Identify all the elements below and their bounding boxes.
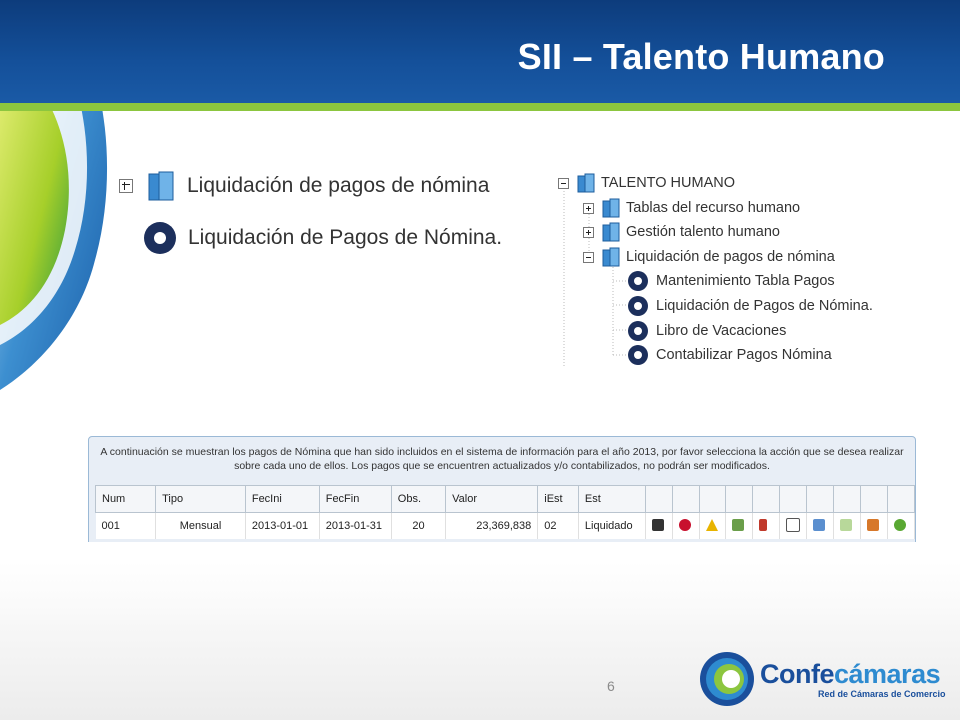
action-column-header — [833, 485, 862, 513]
gear-icon — [144, 222, 176, 254]
payments-panel: A continuación se muestran los pagos de … — [80, 428, 922, 542]
cell-tipo: Mensual — [155, 512, 246, 539]
action-column-header — [725, 485, 754, 513]
print-icon[interactable] — [645, 512, 673, 539]
tree-node-gestion[interactable]: Gestión talento humano — [583, 221, 780, 243]
tree-action-label: Mantenimiento Tabla Pagos — [656, 273, 835, 289]
cell-num: 001 — [95, 512, 157, 539]
cell-iest: 02 — [537, 512, 579, 539]
collapse-minus-icon[interactable] — [583, 251, 594, 263]
cell-fecini: 2013-01-01 — [245, 512, 320, 539]
tree-action-label: Liquidación de Pagos de Nómina. — [656, 298, 873, 314]
gear-icon — [628, 296, 648, 316]
action-column-header — [671, 485, 700, 513]
tree-node-liquidacion[interactable]: Liquidación de pagos de nómina — [583, 246, 835, 268]
users-icon[interactable] — [725, 512, 754, 539]
column-header[interactable]: Est — [577, 485, 646, 513]
action-column-header — [806, 485, 835, 513]
column-header[interactable]: Tipo — [155, 485, 246, 513]
tree-root[interactable]: TALENTO HUMANO — [558, 172, 735, 194]
column-header[interactable]: FecFin — [318, 485, 392, 513]
cell-fecfin: 2013-01-31 — [319, 512, 392, 539]
list-icon[interactable] — [779, 512, 808, 539]
delete-icon[interactable] — [672, 512, 700, 539]
column-header[interactable]: FecIni — [244, 485, 320, 513]
menu-folder-label: Liquidación de pagos de nómina — [187, 174, 490, 197]
action-column-header — [698, 485, 727, 513]
menu-folder-liquidacion[interactable]: Liquidación de pagos de nómina — [119, 168, 489, 204]
menu-action-label: Liquidación de Pagos de Nómina. — [188, 226, 503, 249]
collapse-minus-icon[interactable] — [558, 177, 569, 189]
menu-action-liquidacion[interactable]: Liquidación de Pagos de Nómina. — [144, 220, 502, 256]
column-header[interactable]: Obs. — [390, 485, 447, 513]
confecamaras-logo-icon — [700, 652, 754, 706]
column-header[interactable]: Num — [94, 485, 157, 513]
send-icon[interactable] — [806, 512, 835, 539]
folder-book-icon — [602, 198, 620, 218]
tree-action-label: Libro de Vacaciones — [656, 323, 787, 339]
payments-box: A continuación se muestran los pagos de … — [88, 436, 916, 542]
gear-icon — [628, 345, 648, 365]
table-header-row: Num Tipo FecIni FecFin Obs. Valor iEst E… — [94, 485, 916, 513]
table-row[interactable]: 001 Mensual 2013-01-01 2013-01-31 20 23,… — [95, 512, 916, 539]
expand-plus-icon[interactable] — [583, 202, 594, 214]
tree-node-label: Liquidación de pagos de nómina — [626, 249, 835, 265]
cell-obs: 20 — [391, 512, 447, 539]
tree-action-label: Contabilizar Pagos Nómina — [656, 347, 832, 363]
warning-icon[interactable] — [699, 512, 727, 539]
calendar-icon[interactable] — [860, 512, 888, 539]
slide-title: SII – Talento Humano — [517, 36, 885, 77]
tree-node-label: Tablas del recurso humano — [626, 200, 801, 216]
gear-icon — [628, 321, 648, 341]
refresh-icon[interactable] — [887, 512, 916, 539]
brand-name: Confecámaras — [760, 659, 941, 690]
transfer-icon[interactable] — [752, 512, 781, 539]
column-header[interactable]: Valor — [445, 485, 539, 513]
gear-icon — [628, 271, 648, 291]
payments-notice: A continuación se muestran los pagos de … — [100, 446, 904, 472]
tree-root-label: TALENTO HUMANO — [601, 175, 736, 191]
brand-name-part1: Confe — [760, 659, 835, 689]
tree-action-vacaciones[interactable]: Libro de Vacaciones — [628, 320, 786, 342]
tree-action-mantenimiento[interactable]: Mantenimiento Tabla Pagos — [628, 270, 835, 292]
folder-book-icon — [147, 170, 175, 202]
folder-book-icon — [602, 247, 620, 267]
folder-book-icon — [602, 222, 620, 242]
action-column-header — [860, 485, 888, 513]
cell-valor: 23,369,838 — [445, 512, 539, 539]
folder-book-icon — [577, 173, 595, 193]
action-column-header — [752, 485, 781, 513]
column-header[interactable]: iEst — [537, 485, 579, 513]
tree-node-tablas[interactable]: Tablas del recurso humano — [583, 197, 800, 219]
header-accent-line — [0, 103, 960, 111]
action-column-header — [644, 485, 673, 513]
tree-action-liquidacion[interactable]: Liquidación de Pagos de Nómina. — [628, 295, 873, 317]
action-column-header — [779, 485, 808, 513]
expand-plus-icon[interactable] — [583, 226, 594, 238]
payments-table: Num Tipo FecIni FecFin Obs. Valor iEst E… — [94, 485, 916, 539]
edit-icon[interactable] — [833, 512, 862, 539]
tree-action-contabilizar[interactable]: Contabilizar Pagos Nómina — [628, 344, 832, 366]
brand-name-part2: cámaras — [834, 659, 941, 689]
brand-tagline: Red de Cámaras de Comercio — [818, 689, 946, 699]
page-number: 6 — [607, 678, 615, 694]
cell-est: Liquidado — [578, 512, 646, 539]
tree-node-label: Gestión talento humano — [626, 224, 780, 240]
expand-plus-icon[interactable] — [119, 179, 133, 193]
action-column-header — [886, 485, 916, 513]
